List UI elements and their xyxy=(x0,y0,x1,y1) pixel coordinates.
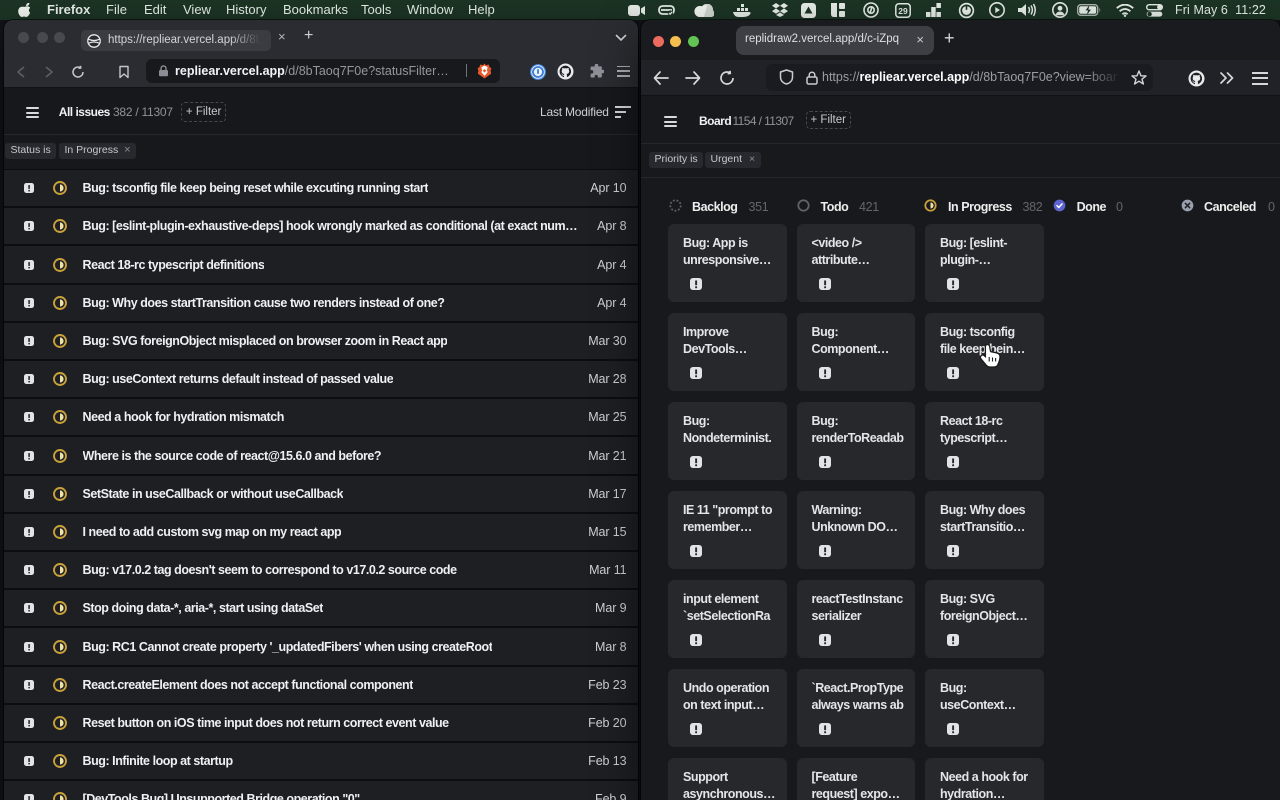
svg-text:29: 29 xyxy=(898,6,908,16)
